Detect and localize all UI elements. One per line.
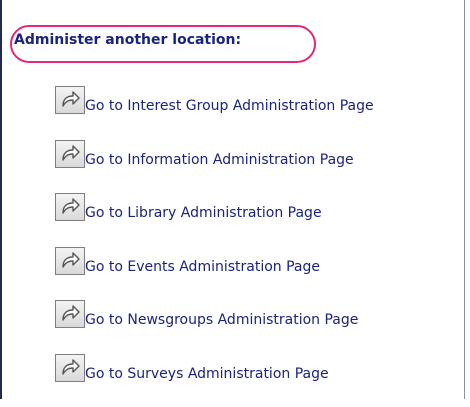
panel-left-border	[0, 0, 2, 399]
share-arrow-icon[interactable]	[55, 353, 85, 382]
share-arrow-icon[interactable]	[55, 139, 85, 168]
share-arrow-icon[interactable]	[55, 300, 85, 328]
admin-link-list: Go to Interest Group Administration Page…	[55, 86, 374, 407]
link-label[interactable]: Go to Interest Group Administration Page	[85, 97, 374, 116]
share-arrow-icon[interactable]	[55, 86, 85, 114]
share-arrow-icon[interactable]	[55, 246, 85, 275]
link-interest-group-admin[interactable]: Go to Interest Group Administration Page	[55, 86, 374, 116]
link-label[interactable]: Go to Library Administration Page	[85, 204, 322, 223]
link-label[interactable]: Go to Surveys Administration Page	[85, 365, 329, 384]
link-label[interactable]: Go to Information Administration Page	[85, 151, 354, 170]
panel-frame: Administer another location: Go to Inter…	[0, 0, 465, 399]
section-title: Administer another location:	[14, 32, 242, 48]
link-label[interactable]: Go to Events Administration Page	[85, 258, 320, 277]
link-label[interactable]: Go to Newsgroups Administration Page	[85, 311, 358, 330]
link-newsgroups-admin[interactable]: Go to Newsgroups Administration Page	[55, 300, 374, 330]
link-events-admin[interactable]: Go to Events Administration Page	[55, 246, 374, 277]
share-arrow-icon[interactable]	[55, 193, 85, 221]
link-library-admin[interactable]: Go to Library Administration Page	[55, 193, 374, 223]
link-surveys-admin[interactable]: Go to Surveys Administration Page	[55, 353, 374, 384]
link-information-admin[interactable]: Go to Information Administration Page	[55, 139, 374, 170]
